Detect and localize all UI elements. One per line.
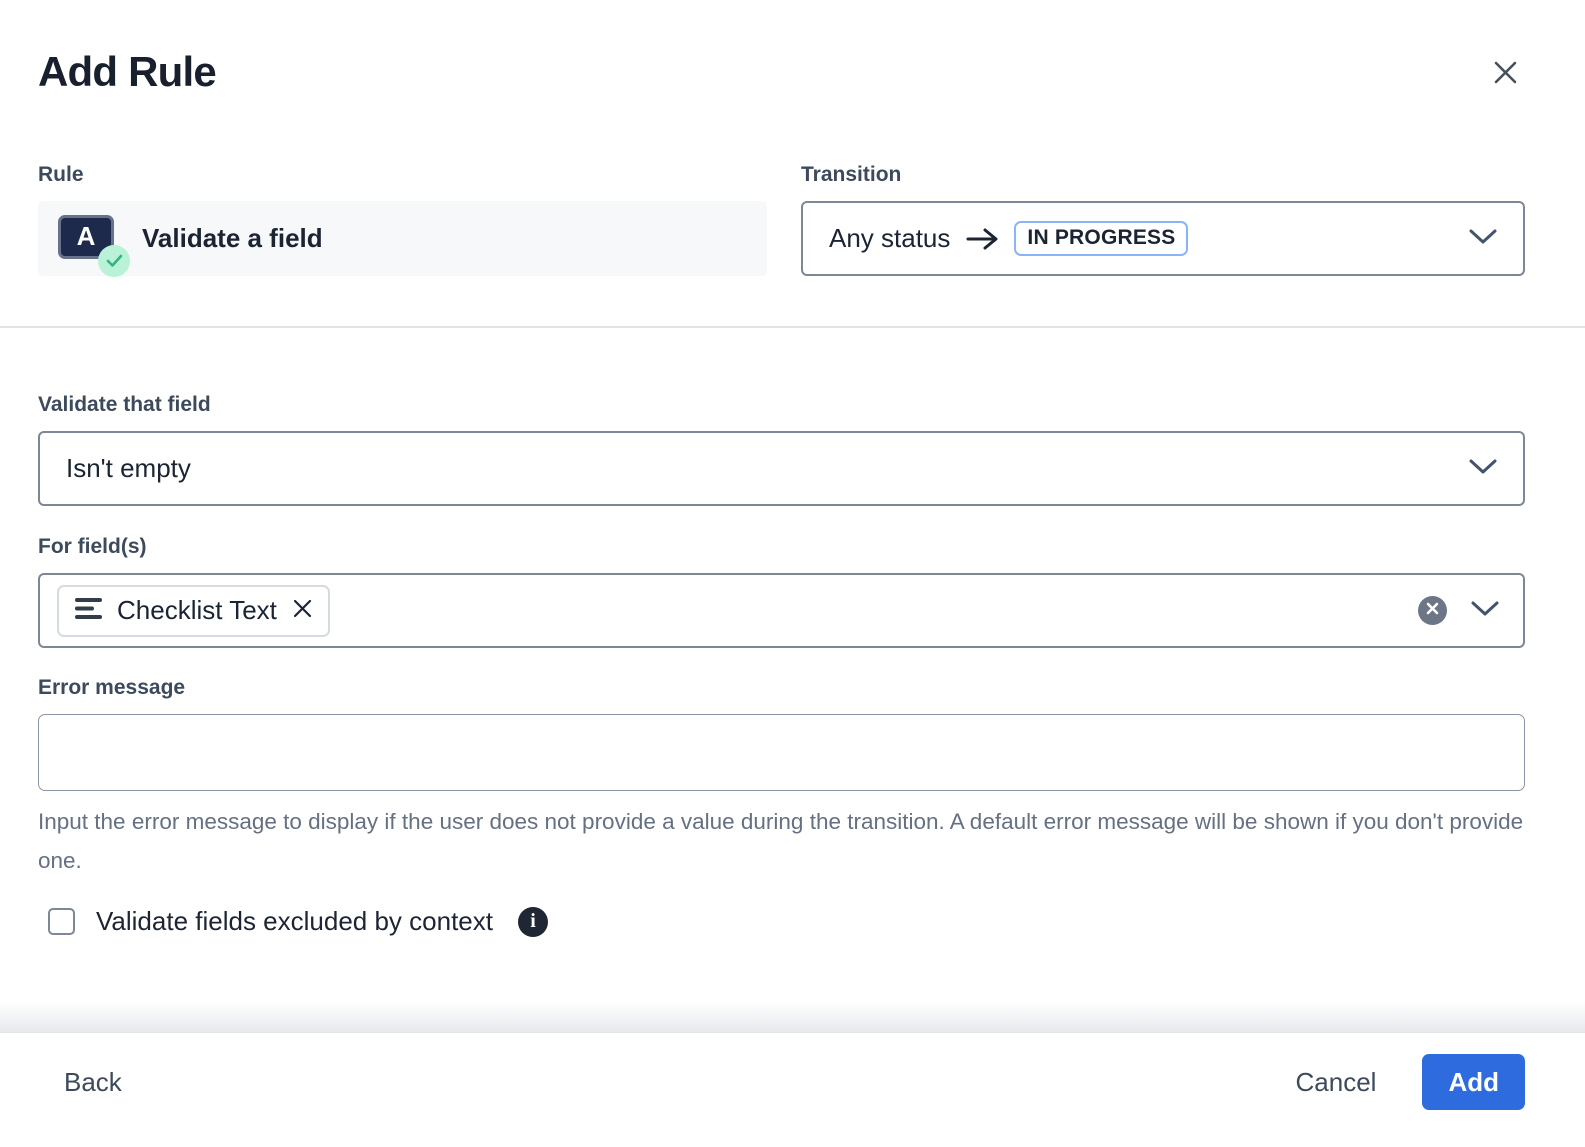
footer-scroll-shadow (0, 1001, 1585, 1033)
for-fields-label: For field(s) (38, 534, 1525, 560)
chevron-down-icon (1469, 458, 1497, 480)
error-message-help-text: Input the error message to display if th… (38, 802, 1525, 880)
add-button[interactable]: Add (1422, 1054, 1525, 1110)
modal-footer: Back Cancel Add (0, 1033, 1585, 1147)
rule-name: Validate a field (142, 223, 323, 254)
context-checkbox-label: Validate fields excluded by context (96, 906, 493, 937)
section-divider (0, 326, 1585, 328)
text-field-icon (75, 597, 102, 625)
info-icon[interactable]: i (518, 907, 548, 937)
clear-icon (1426, 602, 1439, 620)
clear-all-button[interactable] (1418, 596, 1447, 625)
validate-field-value: Isn't empty (66, 453, 191, 484)
page-title: Add Rule (38, 44, 216, 100)
modal-header: Add Rule (0, 0, 1585, 100)
error-message-textarea[interactable] (38, 714, 1525, 791)
validate-field-label: Validate that field (38, 392, 1525, 418)
rule-config-section: Validate that field Isn't empty For fiel… (0, 392, 1585, 937)
back-button[interactable]: Back (64, 1067, 122, 1098)
chevron-down-icon (1469, 228, 1497, 250)
check-badge-icon (98, 245, 130, 277)
context-checkbox[interactable] (48, 908, 75, 935)
validate-field-select[interactable]: Isn't empty (38, 431, 1525, 506)
status-badge: IN PROGRESS (1014, 221, 1188, 256)
close-button[interactable] (1485, 54, 1525, 94)
transition-select[interactable]: Any status IN PROGRESS (801, 201, 1525, 276)
rule-card: A Validate a field (38, 201, 767, 276)
transition-label: Transition (801, 162, 1525, 188)
chip-remove-icon[interactable] (292, 598, 313, 624)
close-icon (1490, 57, 1521, 91)
rule-transition-row: Rule A Validate a field Transition Any s… (0, 162, 1585, 276)
error-message-label: Error message (38, 675, 1525, 701)
context-checkbox-row: Validate fields excluded by context i (38, 906, 1525, 937)
rule-label: Rule (38, 162, 767, 188)
chip-label: Checklist Text (117, 595, 277, 626)
add-rule-modal: Add Rule Rule A Validat (0, 0, 1585, 1147)
chevron-down-icon[interactable] (1471, 600, 1499, 622)
arrow-right-icon (966, 227, 1000, 251)
cancel-button[interactable]: Cancel (1296, 1067, 1377, 1098)
transition-from-status: Any status (829, 223, 950, 254)
rule-type-icon: A (58, 215, 118, 263)
field-chip: Checklist Text (57, 585, 330, 637)
for-fields-multiselect[interactable]: Checklist Text (38, 573, 1525, 648)
